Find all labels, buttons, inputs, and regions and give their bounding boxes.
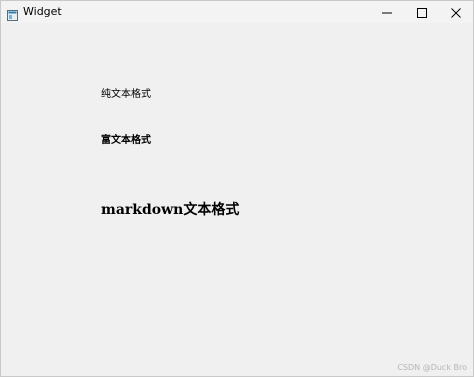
client-area: 纯文本格式 富文本格式 markdown文本格式 CSDN @Duck Bro: [1, 23, 473, 376]
app-window: Widget 纯文本格式 富文本格式 markdown文本格式 CSDN @Du…: [0, 0, 474, 377]
window-title: Widget: [23, 5, 62, 18]
close-icon: [451, 3, 461, 22]
plain-text-label: 纯文本格式: [101, 89, 151, 100]
title-bar[interactable]: Widget: [1, 1, 473, 23]
app-window-icon: [7, 6, 18, 21]
maximize-icon: [417, 3, 427, 22]
minimize-button[interactable]: [369, 1, 405, 23]
close-button[interactable]: [438, 1, 474, 23]
maximize-button[interactable]: [404, 1, 440, 23]
watermark-text: CSDN @Duck Bro: [397, 363, 467, 372]
minimize-icon: [382, 3, 392, 22]
rich-text-label: 富文本格式: [101, 135, 151, 146]
markdown-text-label: markdown文本格式: [101, 202, 240, 218]
